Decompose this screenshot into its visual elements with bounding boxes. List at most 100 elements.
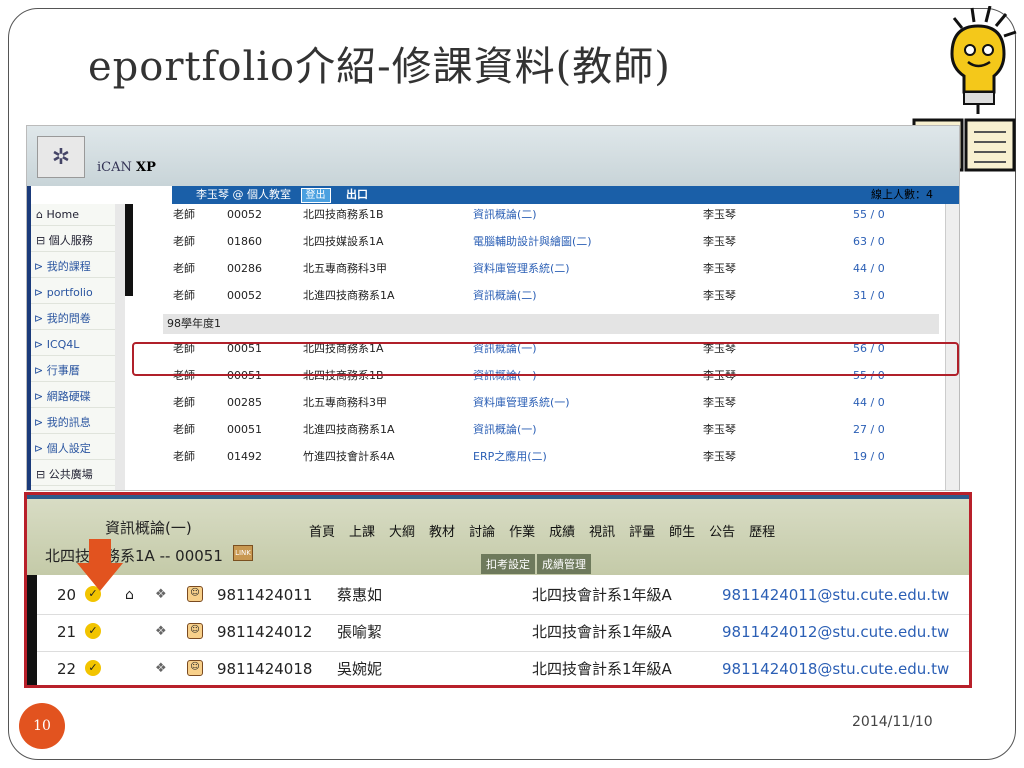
course-menu-item[interactable]: 上課: [349, 525, 375, 540]
student-number: 21: [57, 623, 77, 641]
student-row[interactable]: 20 ✓ ⌂ ❖ ☺ 9811424011 蔡惠如 北四技會計系1年級A 9811424011@…: [37, 578, 969, 612]
course-name-link[interactable]: ERP之應用(二): [473, 446, 547, 468]
course-menu-item[interactable]: 首頁: [309, 525, 335, 540]
student-list-screenshot: 資訊概論(一) 北四技商務系1A -- 00051 LINK 首頁 上課 大綱 教材討…: [24, 492, 972, 688]
course-count[interactable]: 27 / 0: [853, 419, 885, 441]
course-id: 00285: [227, 396, 262, 409]
student-table: 20 ✓ ⌂ ❖ ☺ 9811424011 蔡惠如 北四技會計系1年級A 9811424011@…: [27, 575, 969, 685]
sidebar-item[interactable]: ⊳ 我的問卷: [31, 308, 125, 330]
down-arrow-icon: [77, 539, 123, 591]
course-menu-item[interactable]: 歷程: [749, 525, 775, 540]
sidebar-item[interactable]: ⊳ 行事曆: [31, 360, 125, 382]
course-name-link[interactable]: 資訊概論(二): [473, 285, 537, 307]
course-row[interactable]: 老師 00051 北進四技商務系1A 資訊概論(一) 李玉琴 27 / 0: [133, 419, 945, 441]
course-menu-item[interactable]: 評量: [629, 525, 655, 540]
course-list-screenshot: ✲ iCAN XP 李玉琴 @ 個人教室 登出 出口 線上人數：4 ⌂ Home…: [26, 125, 960, 491]
course-submenu-item[interactable]: 扣考設定: [481, 554, 535, 574]
portfolio-icon[interactable]: ❖: [155, 652, 167, 685]
course-name-link[interactable]: 電腦輔助設計與繪圖(二): [473, 231, 592, 253]
course-teacher: 李玉琴: [703, 396, 736, 409]
course-role: 老師: [173, 396, 195, 409]
sidebar-item-label: 我的訊息: [46, 416, 91, 429]
course-menu-item[interactable]: 師生: [669, 525, 695, 540]
course-teacher: 李玉琴: [703, 262, 736, 275]
course-row[interactable]: 老師 01860 北四技媒設系1A 電腦輔助設計與繪圖(二) 李玉琴 63 / 0: [133, 231, 945, 253]
course-count[interactable]: 44 / 0: [853, 392, 885, 414]
sidebar-item-label: ICQ4L: [46, 338, 80, 351]
portfolio-icon[interactable]: ❖: [155, 578, 167, 612]
sidebar-item-label: 我的問卷: [46, 312, 91, 325]
course-row[interactable]: 老師 00052 北進四技商務系1A 資訊概論(二) 李玉琴 31 / 0: [133, 285, 945, 307]
course-name-link[interactable]: 資料庫管理系統(一): [473, 392, 570, 414]
check-icon[interactable]: ✓: [85, 660, 101, 676]
course-teacher: 李玉琴: [703, 423, 736, 436]
app-brand: iCAN XP: [97, 160, 156, 175]
sidebar-item[interactable]: ⌂ Home: [31, 204, 125, 226]
course-name-link[interactable]: 資料庫管理系統(二): [473, 258, 570, 280]
student-face-icon[interactable]: ☺: [187, 586, 203, 602]
sidebar-item[interactable]: ⊳ 網路硬碟: [31, 386, 125, 408]
sidebar-item[interactable]: ⊟ 公共廣場: [31, 464, 125, 486]
sidebar-toggle[interactable]: [125, 204, 133, 296]
course-menu-item[interactable]: 視訊: [589, 525, 615, 540]
sidebar-item[interactable]: ⊳ 我的課程: [31, 256, 125, 278]
student-number: 20: [57, 586, 77, 604]
slide-date: 2014/11/10: [852, 714, 933, 730]
course-role: 老師: [173, 262, 195, 275]
course-count[interactable]: 63 / 0: [853, 231, 885, 253]
sidebar-scrollbar[interactable]: [115, 204, 125, 490]
course-id: 00052: [227, 289, 262, 302]
check-icon[interactable]: ✓: [85, 623, 101, 639]
student-email[interactable]: 9811424011@stu.cute.edu.tw: [722, 578, 949, 612]
sidebar-item[interactable]: ⊳ 個人設定: [31, 438, 125, 460]
sidebar-item[interactable]: ⊳ ICQ4L: [31, 334, 125, 356]
app-header: ✲ iCAN XP: [27, 126, 959, 186]
sidebar-item-label: 行事曆: [46, 364, 80, 377]
course-count[interactable]: 31 / 0: [853, 285, 885, 307]
course-name-link[interactable]: 資訊概論(二): [473, 204, 537, 226]
ican-logo-icon: ✲: [37, 136, 85, 178]
course-row[interactable]: 老師 00286 北五專商務科3甲 資料庫管理系統(二) 李玉琴 44 / 0: [133, 258, 945, 280]
exit-button[interactable]: 出口: [346, 188, 368, 201]
student-face-icon[interactable]: ☺: [187, 623, 203, 639]
student-row[interactable]: 21 ✓ ❖ ☺ 9811424012 張喻絜 北四技會計系1年級A 9811424012@s…: [37, 615, 969, 649]
course-menu-item[interactable]: 公告: [709, 525, 735, 540]
course-name-link[interactable]: 資訊概論(一): [473, 419, 537, 441]
course-class: 北進四技商務系1A: [303, 423, 395, 436]
course-menu-item[interactable]: 討論: [469, 525, 495, 540]
student-face-icon[interactable]: ☺: [187, 660, 203, 676]
student-id: 9811424011: [217, 586, 313, 604]
sidebar-item-label: 公共廣場: [48, 468, 93, 481]
home-icon[interactable]: ⌂: [125, 578, 134, 612]
course-id: 00051: [227, 423, 262, 436]
sidebar-item-label: 個人服務: [48, 234, 93, 247]
course-id: 00286: [227, 262, 262, 275]
student-department: 北四技會計系1年級A: [532, 660, 672, 678]
logout-button[interactable]: 登出: [300, 188, 331, 203]
course-menu-item[interactable]: 作業: [509, 525, 535, 540]
course-class: 北四技商務系1B: [303, 208, 384, 221]
course-teacher: 李玉琴: [703, 235, 736, 248]
course-menu-item[interactable]: 成績: [549, 525, 575, 540]
course-role: 老師: [173, 235, 195, 248]
course-row[interactable]: 老師 00052 北四技商務系1B 資訊概論(二) 李玉琴 55 / 0: [133, 204, 945, 226]
sidebar-item[interactable]: ⊳ portfolio: [31, 282, 125, 304]
course-count[interactable]: 44 / 0: [853, 258, 885, 280]
course-menu-item[interactable]: 大綱: [389, 525, 415, 540]
sidebar-item-label: 我的課程: [46, 260, 91, 273]
portfolio-icon[interactable]: ❖: [155, 615, 167, 649]
sidebar-item[interactable]: ⊳ 我的訊息: [31, 412, 125, 434]
student-email[interactable]: 9811424012@stu.cute.edu.tw: [722, 615, 949, 649]
course-count[interactable]: 55 / 0: [853, 204, 885, 226]
course-row[interactable]: 老師 01492 竹進四技會計系4A ERP之應用(二) 李玉琴 19 / 0: [133, 446, 945, 468]
course-count[interactable]: 19 / 0: [853, 446, 885, 468]
course-menu-item[interactable]: 教材: [429, 525, 455, 540]
link-icon[interactable]: LINK: [233, 545, 253, 561]
course-row[interactable]: 老師 00285 北五專商務科3甲 資料庫管理系統(一) 李玉琴 44 / 0: [133, 392, 945, 414]
course-submenu-item[interactable]: 成績管理: [537, 554, 591, 574]
student-id: 9811424018: [217, 660, 313, 678]
student-email[interactable]: 9811424018@stu.cute.edu.tw: [722, 652, 949, 685]
course-role: 老師: [173, 423, 195, 436]
sidebar-item[interactable]: ⊟ 個人服務: [31, 230, 125, 252]
student-row[interactable]: 22 ✓ ❖ ☺ 9811424018 吳婉妮 北四技會計系1年級A 9811424018@s…: [37, 652, 969, 685]
